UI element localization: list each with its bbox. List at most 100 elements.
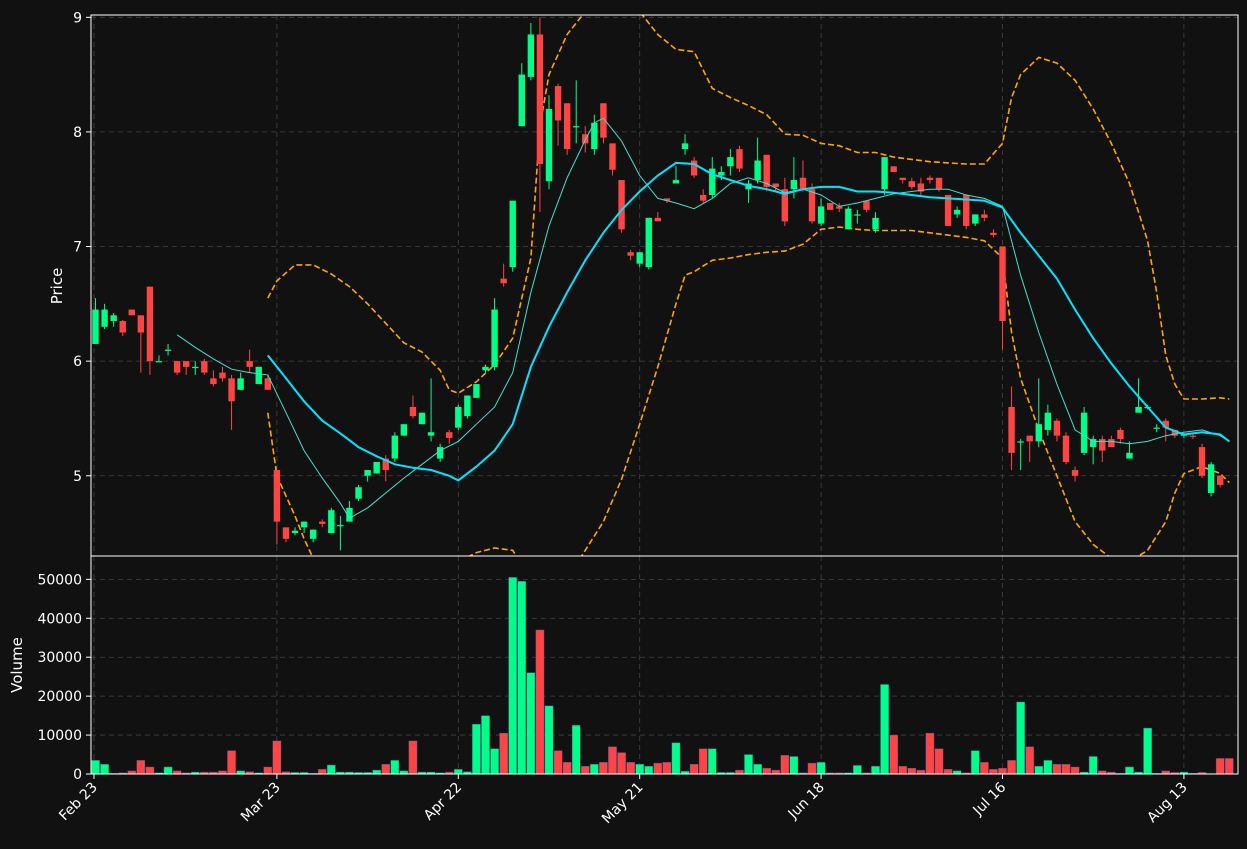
volume-bar — [899, 766, 907, 774]
candle-body — [990, 233, 996, 235]
candle-body — [936, 178, 942, 189]
candle-body — [1217, 476, 1223, 485]
volume-bar — [617, 753, 625, 774]
volume-axis-label: Volume — [8, 637, 26, 693]
candle-body — [274, 470, 280, 522]
volume-bar — [1044, 760, 1052, 774]
volume-bar — [382, 764, 390, 774]
candle-body — [564, 103, 570, 149]
volume-bar — [708, 749, 716, 774]
candle-body — [219, 373, 225, 379]
candle-body — [464, 396, 470, 417]
candle-body — [1126, 453, 1132, 459]
candle-body — [754, 161, 760, 180]
candle-body — [546, 109, 552, 181]
volume-tick-label: 50000 — [37, 572, 82, 588]
volume-bar — [645, 766, 653, 774]
candle-body — [410, 407, 416, 416]
candle-body — [1099, 439, 1105, 450]
volume-bar — [971, 751, 979, 774]
volume-bar — [1062, 764, 1070, 774]
volume-bar — [989, 769, 997, 774]
volume-tick-label: 40000 — [37, 611, 82, 627]
volume-bar — [871, 766, 879, 774]
candle-body — [682, 143, 688, 149]
candle-body — [1135, 407, 1141, 413]
volume-bar — [772, 770, 780, 774]
volume-bar — [536, 630, 544, 774]
candle-body — [328, 510, 334, 533]
volume-bar — [500, 733, 508, 774]
volume-tick-label: 10000 — [37, 728, 82, 744]
candle-body — [401, 424, 407, 435]
candle-body — [392, 436, 398, 459]
volume-bar — [654, 763, 662, 774]
volume-bar — [137, 760, 145, 774]
candle-body — [854, 214, 860, 215]
candle-body — [519, 75, 525, 127]
candle-body — [110, 315, 116, 321]
volume-bar — [527, 673, 535, 774]
volume-bar — [227, 751, 235, 774]
price-axis-label: Price — [48, 268, 66, 305]
candle-body — [446, 432, 452, 438]
volume-bar — [554, 751, 562, 774]
candle-body — [1045, 413, 1051, 430]
volume-bar — [1035, 766, 1043, 774]
candle-body — [129, 310, 135, 316]
volume-bar — [563, 762, 571, 774]
candle-body — [909, 181, 915, 187]
candle-body — [972, 214, 978, 223]
volume-bar — [590, 764, 598, 774]
candle-body — [364, 470, 370, 476]
candle-body — [1036, 424, 1042, 441]
candle-body — [310, 530, 316, 539]
volume-bar — [781, 755, 789, 774]
candle-body — [736, 149, 742, 168]
candle-body — [482, 367, 488, 370]
candle-body — [618, 180, 624, 229]
volume-bar — [318, 769, 326, 774]
candle-body — [183, 361, 189, 367]
candle-body — [791, 180, 797, 189]
volume-bar — [790, 756, 798, 774]
volume-bar — [1144, 728, 1152, 774]
candle-body — [1027, 436, 1033, 442]
volume-bar — [373, 770, 381, 774]
candle-body — [1190, 436, 1196, 437]
volume-bar — [481, 716, 489, 774]
candle-body — [165, 350, 171, 351]
candle-body — [1153, 428, 1159, 429]
volume-bar — [672, 743, 680, 774]
candle-body — [491, 310, 497, 367]
volume-bar — [472, 724, 480, 774]
volume-bar — [944, 769, 952, 774]
price-tick-label: 6 — [73, 354, 82, 370]
volume-bar — [853, 765, 861, 774]
candle-body — [1063, 436, 1069, 462]
candle-body — [954, 210, 960, 215]
price-tick-label: 7 — [73, 240, 82, 256]
candle-body — [156, 361, 162, 362]
candle-body — [700, 195, 706, 201]
candle-body — [1199, 447, 1205, 476]
candle-body — [1054, 421, 1060, 436]
candle-body — [927, 178, 933, 180]
volume-bar — [100, 764, 108, 774]
volume-bar — [91, 760, 99, 774]
candle-body — [1108, 439, 1114, 447]
candle-body — [510, 201, 516, 267]
volume-bar — [273, 741, 281, 774]
candle-body — [237, 378, 243, 389]
volume-bar — [880, 684, 888, 774]
candle-body — [355, 487, 361, 498]
volume-bar — [454, 769, 462, 774]
volume-bar — [699, 749, 707, 774]
volume-bar — [754, 764, 762, 774]
volume-bar — [1225, 758, 1233, 774]
candle-body — [646, 218, 652, 267]
candle-body — [800, 178, 806, 189]
candle-body — [945, 195, 951, 226]
candle-body — [428, 432, 434, 435]
volume-bar — [545, 706, 553, 774]
